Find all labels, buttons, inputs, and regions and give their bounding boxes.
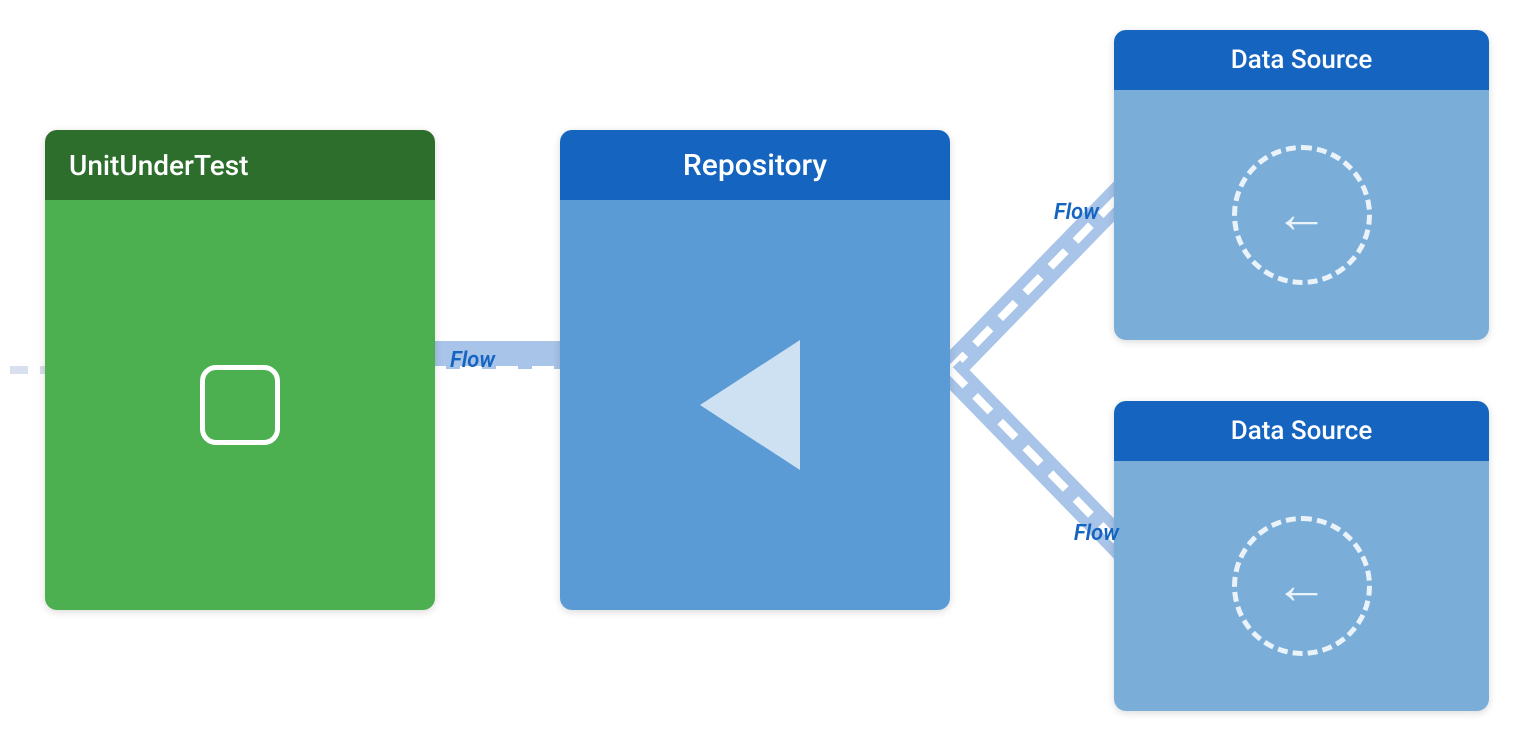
repo-header-label: Repository bbox=[683, 148, 827, 183]
ds-top-header: Data Source bbox=[1114, 30, 1489, 90]
ds-top-body: ← bbox=[1114, 90, 1489, 340]
ds-bottom-header-label: Data Source bbox=[1231, 416, 1373, 446]
flow-label-top: Flow bbox=[1054, 200, 1099, 225]
ds-bottom-body: ← bbox=[1114, 461, 1489, 711]
ds-top-header-label: Data Source bbox=[1231, 45, 1373, 75]
data-source-bottom-box: Data Source ← bbox=[1114, 401, 1489, 711]
data-source-top-box: Data Source ← bbox=[1114, 30, 1489, 340]
triangle-icon bbox=[700, 340, 800, 470]
repo-header: Repository bbox=[560, 130, 950, 200]
ds-top-circle: ← bbox=[1232, 145, 1372, 285]
ds-top-arrow-icon: ← bbox=[1275, 188, 1329, 242]
unit-body bbox=[45, 200, 435, 610]
repository-box: Repository bbox=[560, 130, 950, 610]
unit-under-test-box: UnitUnderTest bbox=[45, 130, 435, 610]
unit-square-icon bbox=[200, 365, 280, 445]
flow-label-bottom: Flow bbox=[1074, 521, 1119, 546]
unit-header: UnitUnderTest bbox=[45, 130, 435, 200]
ds-bottom-arrow-icon: ← bbox=[1275, 559, 1329, 613]
repo-body bbox=[560, 200, 950, 610]
unit-header-label: UnitUnderTest bbox=[69, 149, 248, 182]
ds-bottom-circle: ← bbox=[1232, 516, 1372, 656]
ds-bottom-header: Data Source bbox=[1114, 401, 1489, 461]
diagram-container: UnitUnderTest Repository Data Source ← D… bbox=[0, 0, 1519, 741]
flow-label-main: Flow bbox=[450, 348, 495, 373]
